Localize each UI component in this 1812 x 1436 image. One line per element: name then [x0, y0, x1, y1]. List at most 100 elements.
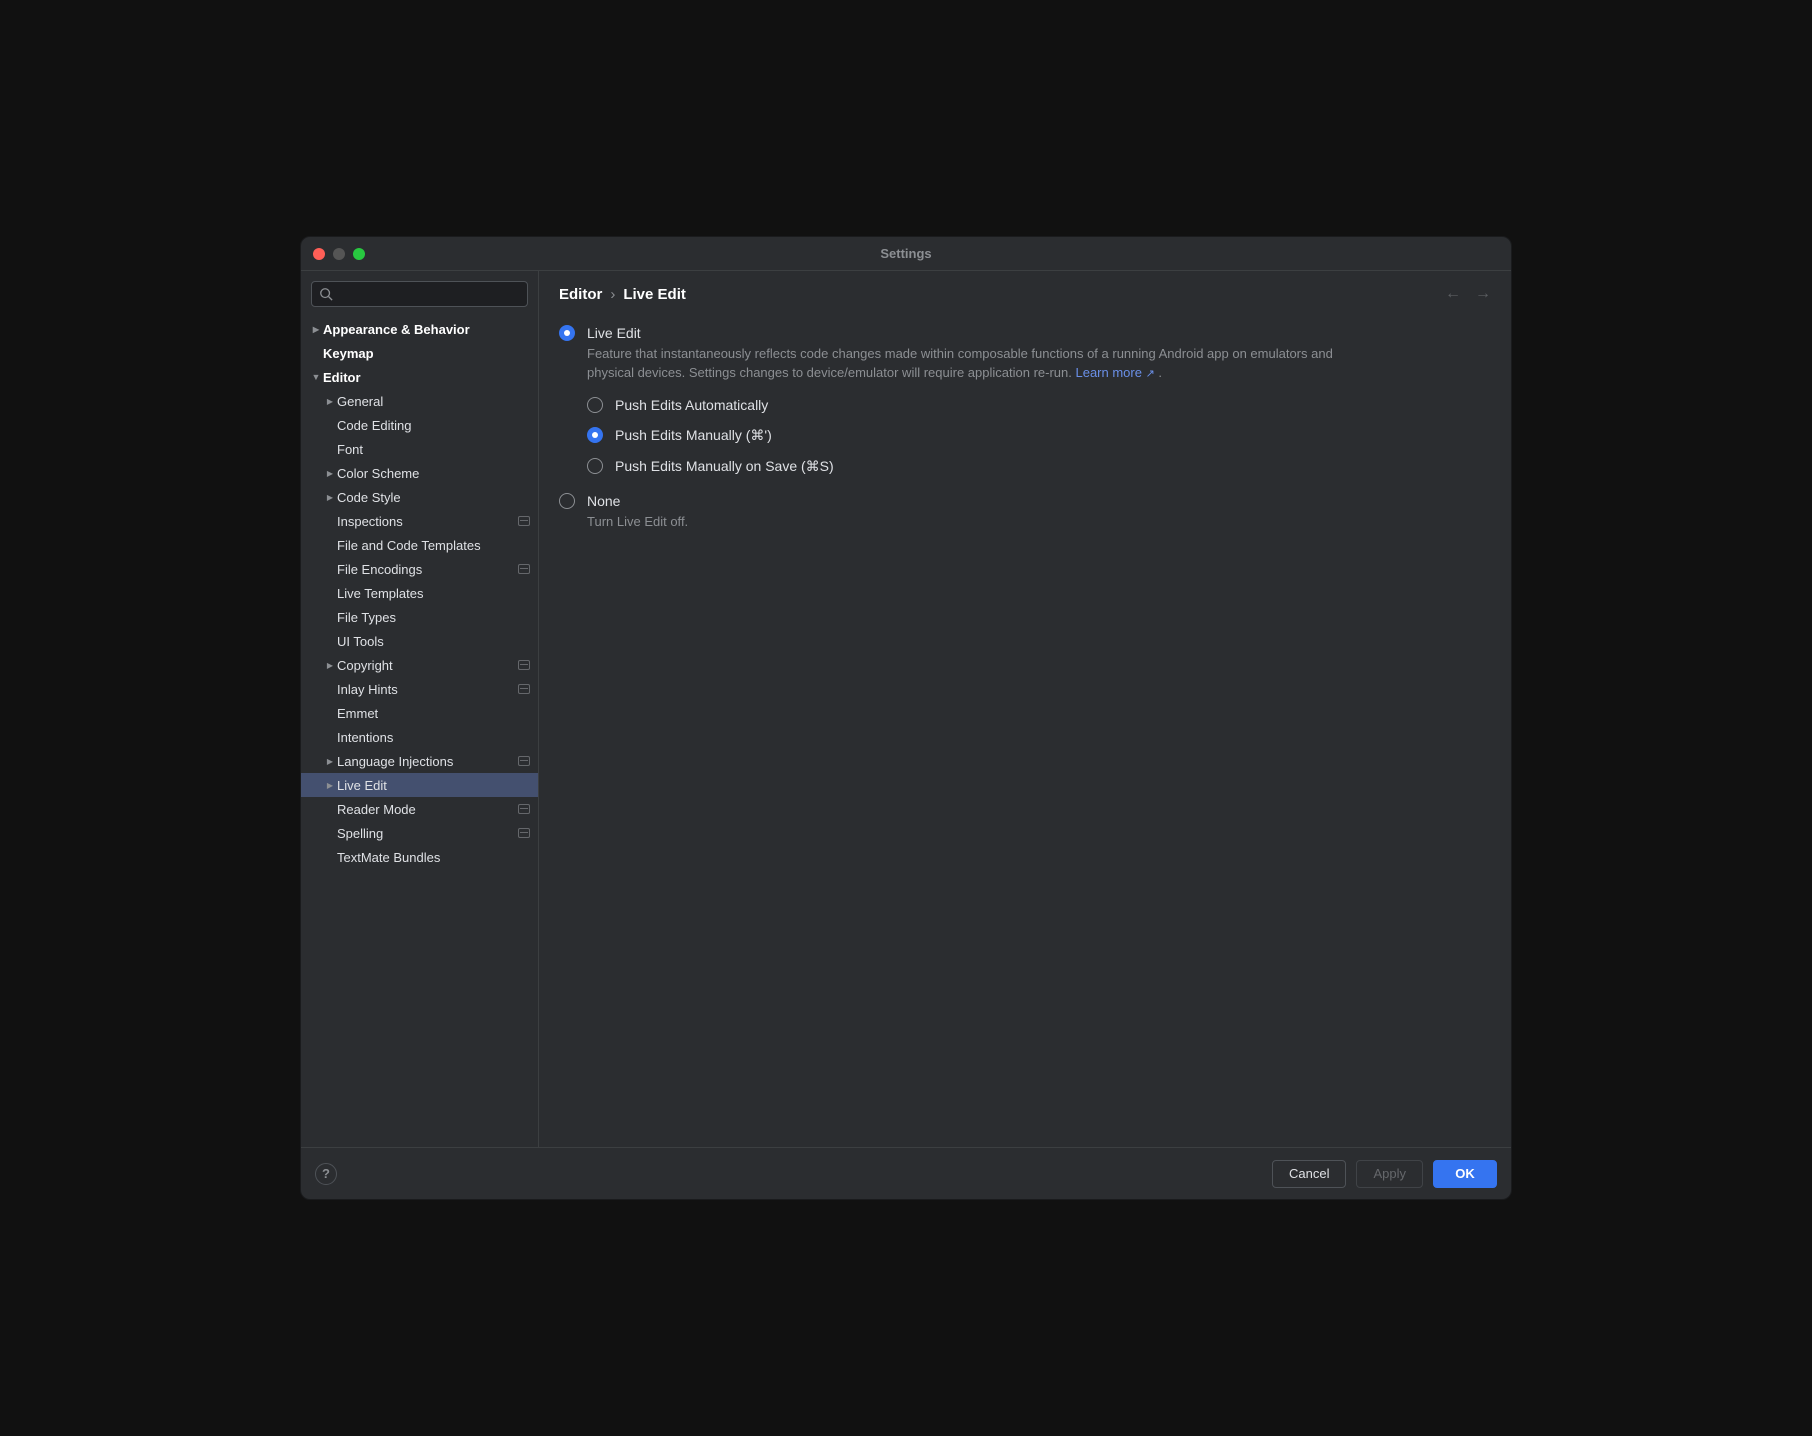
live-edit-option: Live Edit Feature that instantaneously r… [559, 325, 1491, 479]
settings-window: Settings Appearance & BehaviorKeymapEdit… [300, 236, 1512, 1200]
body: Appearance & BehaviorKeymapEditorGeneral… [301, 271, 1511, 1147]
tree-item-label: Copyright [337, 658, 393, 673]
tree-item-label: Inspections [337, 514, 403, 529]
tree-item-spelling[interactable]: Spelling [301, 821, 538, 845]
live-edit-radio-row[interactable]: Live Edit [559, 325, 1491, 341]
back-icon[interactable]: ← [1445, 285, 1461, 303]
minimize-icon[interactable] [333, 248, 345, 260]
footer: ? Cancel Apply OK [301, 1147, 1511, 1199]
tree-item-file-types[interactable]: File Types [301, 605, 538, 629]
apply-button[interactable]: Apply [1356, 1160, 1423, 1188]
tree-item-textmate-bundles[interactable]: TextMate Bundles [301, 845, 538, 869]
tree-item-label: Font [337, 442, 363, 457]
breadcrumb-editor[interactable]: Editor [559, 286, 602, 303]
push-auto-row[interactable]: Push Edits Automatically [587, 397, 1491, 413]
tree-item-code-style[interactable]: Code Style [301, 485, 538, 509]
desc-text: Feature that instantaneously reflects co… [587, 346, 1333, 380]
history-nav: ← → [1445, 285, 1491, 303]
live-edit-description: Feature that instantaneously reflects co… [587, 345, 1347, 383]
tree-item-keymap[interactable]: Keymap [301, 341, 538, 365]
tree-item-inspections[interactable]: Inspections [301, 509, 538, 533]
help-button[interactable]: ? [315, 1163, 337, 1185]
push-manual-row[interactable]: Push Edits Manually (⌘') [587, 427, 1491, 444]
external-link-icon: ↗ [1146, 368, 1155, 380]
tree-item-intentions[interactable]: Intentions [301, 725, 538, 749]
breadcrumb: Editor › Live Edit [559, 286, 686, 303]
ok-button[interactable]: OK [1433, 1160, 1497, 1188]
push-manual-label: Push Edits Manually (⌘') [615, 427, 772, 444]
tree-item-appearance-behavior[interactable]: Appearance & Behavior [301, 317, 538, 341]
tree-item-file-encodings[interactable]: File Encodings [301, 557, 538, 581]
caret-right-icon[interactable] [323, 780, 337, 791]
settings-sidebar: Appearance & Behavior KeymapEditor General… [301, 271, 539, 1147]
scope-badge-icon [518, 828, 530, 838]
radio-icon [587, 427, 603, 443]
learn-more-link[interactable]: Learn more ↗ [1075, 365, 1154, 380]
tree-item-language-injections[interactable]: Language Injections [301, 749, 538, 773]
push-auto-label: Push Edits Automatically [615, 397, 768, 413]
tree-item-editor[interactable]: Editor [301, 365, 538, 389]
tree-item-inlay-hints[interactable]: Inlay Hints [301, 677, 538, 701]
none-radio-row[interactable]: None [559, 493, 1491, 509]
caret-down-icon[interactable] [309, 372, 323, 383]
zoom-icon[interactable] [353, 248, 365, 260]
tree-item-label: Language Injections [337, 754, 453, 769]
tree-item-label: Code Editing [337, 418, 411, 433]
tree-item-label: Live Templates [337, 586, 423, 601]
live-edit-sub-options: Push Edits Automatically Push Edits Manu… [587, 397, 1491, 479]
tree-item-ui-tools[interactable]: UI Tools [301, 629, 538, 653]
tree-item-file-and-code-templates[interactable]: File and Code Templates [301, 533, 538, 557]
tree-item-label: Reader Mode [337, 802, 416, 817]
radio-icon [559, 493, 575, 509]
breadcrumb-live-edit: Live Edit [623, 286, 686, 303]
radio-icon [559, 325, 575, 341]
tree-item-emmet[interactable]: Emmet [301, 701, 538, 725]
radio-icon [587, 397, 603, 413]
tree-item-label: Emmet [337, 706, 378, 721]
tree-item-label: Inlay Hints [337, 682, 398, 697]
none-label: None [587, 493, 620, 509]
scope-badge-icon [518, 516, 530, 526]
tree-item-label: Color Scheme [337, 466, 419, 481]
tree-item-reader-mode[interactable]: Reader Mode [301, 797, 538, 821]
search-icon [319, 287, 333, 301]
caret-right-icon[interactable] [323, 660, 337, 671]
push-on-save-label: Push Edits Manually on Save (⌘S) [615, 458, 834, 475]
close-icon[interactable] [313, 248, 325, 260]
forward-icon[interactable]: → [1475, 285, 1491, 303]
radio-icon [587, 458, 603, 474]
search-input[interactable] [311, 281, 528, 307]
cancel-button[interactable]: Cancel [1272, 1160, 1346, 1188]
tree-item-font[interactable]: Font [301, 437, 538, 461]
settings-tree[interactable]: Appearance & Behavior KeymapEditor General… [301, 313, 538, 1147]
breadcrumb-row: Editor › Live Edit ← → [559, 285, 1491, 303]
tree-item-label: File and Code Templates [337, 538, 481, 553]
window-controls [313, 237, 365, 270]
tree-item-color-scheme[interactable]: Color Scheme [301, 461, 538, 485]
live-edit-label: Live Edit [587, 325, 641, 341]
breadcrumb-sep: › [610, 286, 615, 303]
caret-right-icon[interactable] [323, 396, 337, 407]
scope-badge-icon [518, 684, 530, 694]
tree-item-label: General [337, 394, 383, 409]
caret-right-icon[interactable] [309, 324, 323, 335]
caret-right-icon[interactable] [323, 756, 337, 767]
scope-badge-icon [518, 660, 530, 670]
push-on-save-row[interactable]: Push Edits Manually on Save (⌘S) [587, 458, 1491, 475]
tree-item-label: Code Style [337, 490, 401, 505]
tree-item-copyright[interactable]: Copyright [301, 653, 538, 677]
tree-item-general[interactable]: General [301, 389, 538, 413]
none-description: Turn Live Edit off. [587, 513, 1347, 532]
tree-item-code-editing[interactable]: Code Editing [301, 413, 538, 437]
tree-item-label: Appearance & Behavior [323, 322, 470, 337]
tree-item-live-templates[interactable]: Live Templates [301, 581, 538, 605]
none-option: None Turn Live Edit off. [559, 493, 1491, 532]
caret-right-icon[interactable] [323, 492, 337, 503]
tree-item-label: Spelling [337, 826, 383, 841]
settings-content: Editor › Live Edit ← → Live Edit Featu [539, 271, 1511, 1147]
tree-item-live-edit[interactable]: Live Edit [301, 773, 538, 797]
caret-right-icon[interactable] [323, 468, 337, 479]
window-title: Settings [880, 246, 931, 261]
scope-badge-icon [518, 756, 530, 766]
tree-item-label: Live Edit [337, 778, 387, 793]
